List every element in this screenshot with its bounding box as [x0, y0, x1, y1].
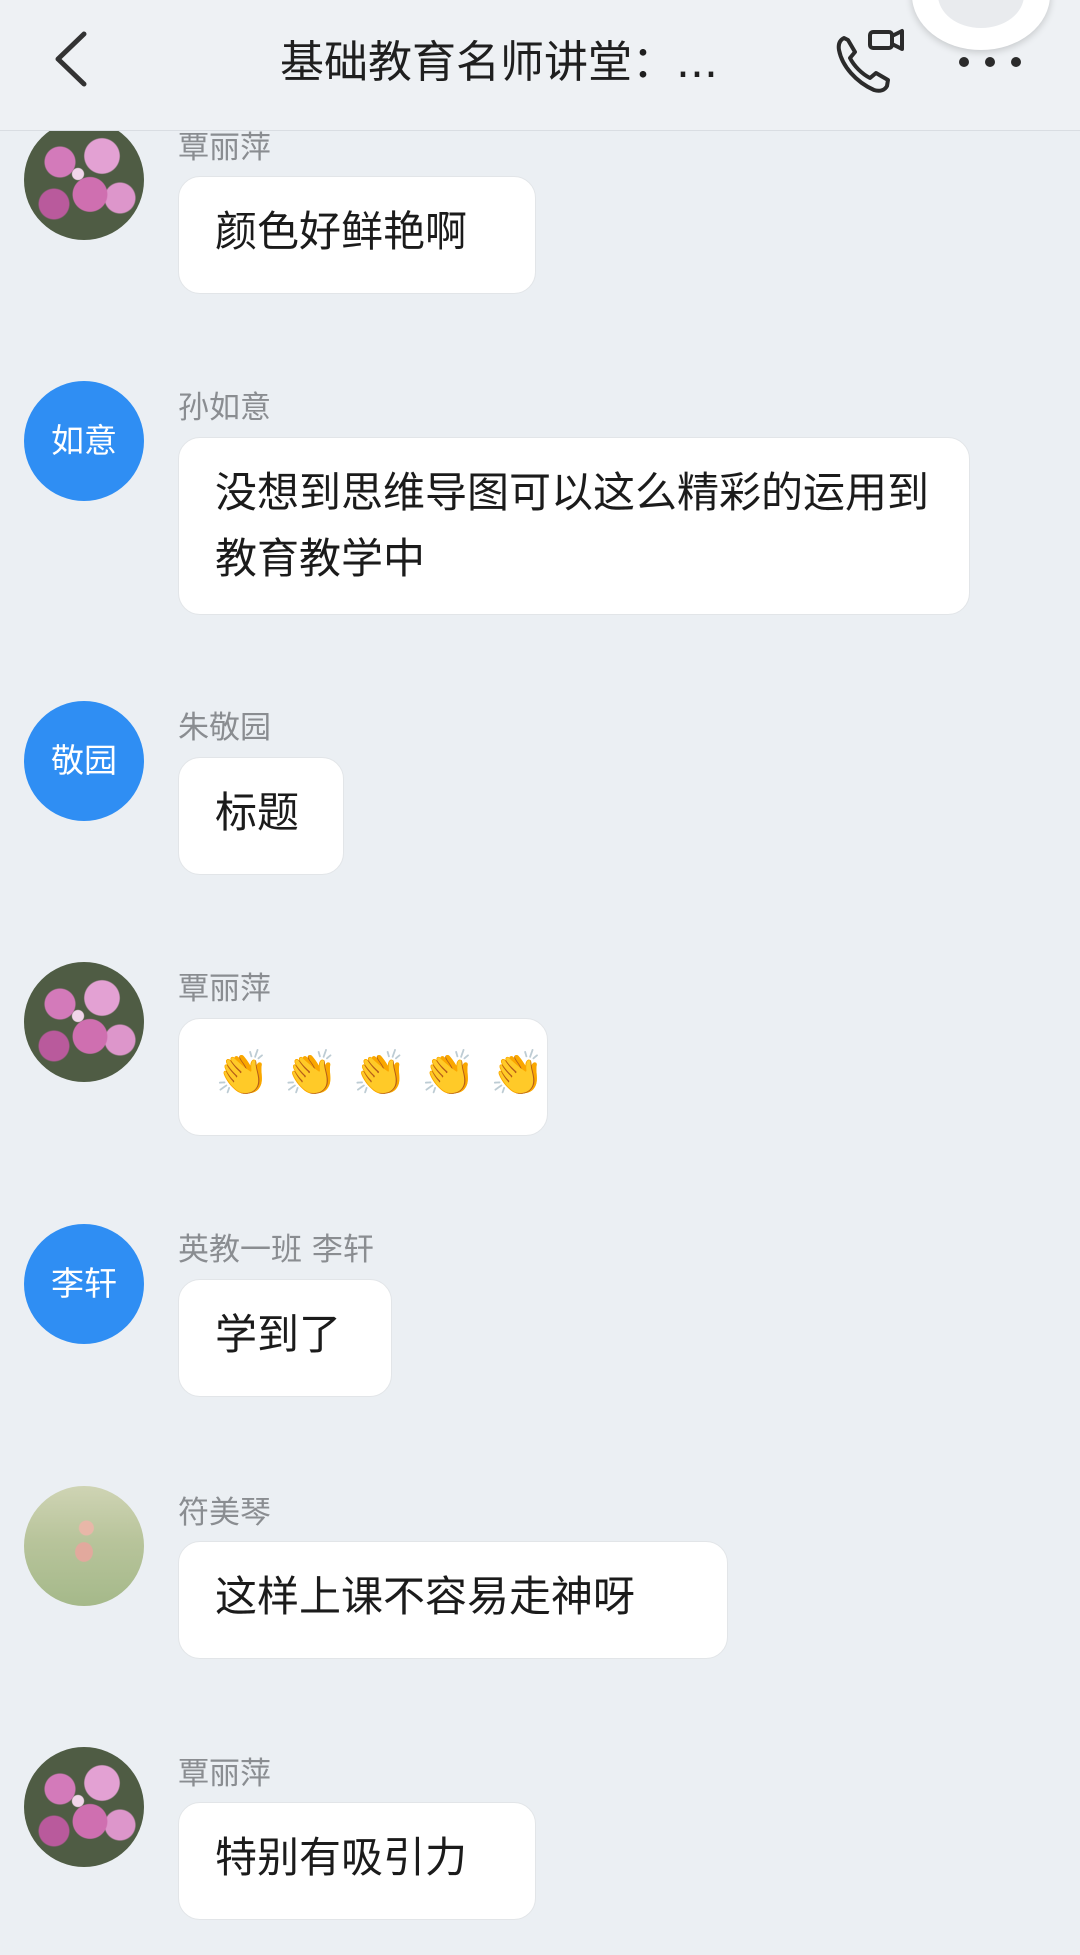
chat-title: 基础教育名师讲堂：... — [280, 37, 718, 88]
message-bubble[interactable]: 这样上课不容易走神呀 — [178, 1541, 728, 1659]
sender-name: 英教一班 李轩 — [178, 1232, 374, 1268]
message-bubble[interactable]: 颜色好鲜艳啊 — [178, 176, 536, 294]
clap-emoji: 👏 — [490, 1048, 545, 1099]
avatar[interactable] — [24, 1486, 144, 1606]
clap-emoji: 👏 — [283, 1048, 339, 1099]
sender-name: 朱敬园 — [178, 710, 271, 746]
avatar[interactable]: 敬园 — [24, 701, 144, 821]
call-button[interactable] — [830, 26, 906, 100]
chevron-left-icon — [55, 31, 87, 87]
message-bubble[interactable]: 没想到思维导图可以这么精彩的运用到教育教学中 — [178, 437, 970, 615]
sender-name: 覃丽萍 — [178, 1756, 271, 1792]
clap-emoji: 👏 — [215, 1048, 270, 1099]
sender-name: 符美琴 — [178, 1495, 271, 1531]
back-button[interactable] — [46, 26, 102, 92]
floating-ball-inner — [938, 0, 1024, 28]
phone-video-icon — [836, 29, 904, 93]
chat-header: 基础教育名师讲堂：... — [0, 0, 1080, 131]
avatar[interactable]: 如意 — [24, 381, 144, 501]
message-bubble[interactable]: 标题 — [178, 757, 344, 875]
avatar[interactable]: 李轩 — [24, 1224, 144, 1344]
avatar[interactable] — [24, 962, 144, 1082]
message-bubble[interactable]: 特别有吸引力 — [178, 1802, 536, 1920]
message-bubble[interactable]: 👏 👏 👏 👏 👏 — [178, 1018, 548, 1136]
sender-name: 孙如意 — [178, 390, 271, 426]
sender-name: 覃丽萍 — [178, 971, 271, 1007]
avatar[interactable] — [24, 1747, 144, 1867]
message-bubble[interactable]: 学到了 — [178, 1279, 392, 1397]
clap-emoji: 👏 — [352, 1048, 408, 1099]
clap-emoji: 👏 — [421, 1048, 477, 1099]
avatar[interactable] — [24, 120, 144, 240]
